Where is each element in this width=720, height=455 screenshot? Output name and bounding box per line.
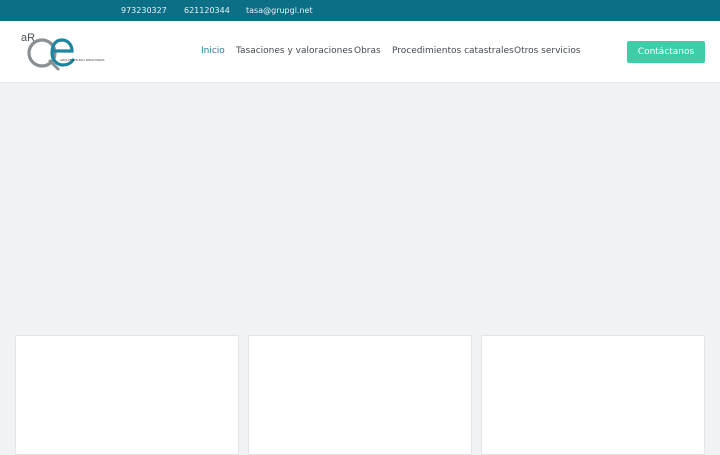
phone-number-2[interactable]: 621120344 xyxy=(184,6,230,15)
phone-number-1[interactable]: 973230327 xyxy=(121,6,167,15)
top-contact-bar: 973230327 621120344 tasa@grupgl.net xyxy=(0,0,720,21)
nav-item-procedimientos[interactable]: Procedimientos catastrales xyxy=(392,46,514,57)
nav-item-inicio[interactable]: Inicio xyxy=(201,46,225,57)
nav-item-obras[interactable]: Obras xyxy=(354,46,381,57)
logo-tagline: ARQUITECTURA I ENGINYERIA xyxy=(60,58,105,62)
contact-button[interactable]: Contáctanos xyxy=(627,41,705,63)
nav-item-tasaciones[interactable]: Tasaciones y valoraciones xyxy=(236,46,353,57)
service-card-2[interactable] xyxy=(248,335,472,455)
hero-banner xyxy=(0,84,720,324)
site-logo[interactable]: aR ARQUITECTURA I ENGINYERIA xyxy=(20,29,112,75)
service-card-3[interactable] xyxy=(481,335,705,455)
logo-graphic: aR ARQUITECTURA I ENGINYERIA xyxy=(21,32,105,71)
service-card-1[interactable] xyxy=(15,335,239,455)
email-link[interactable]: tasa@grupgl.net xyxy=(246,6,313,15)
site-header: aR ARQUITECTURA I ENGINYERIA Inicio Tasa… xyxy=(0,21,720,83)
nav-item-otros-servicios[interactable]: Otros servicios xyxy=(514,46,581,57)
